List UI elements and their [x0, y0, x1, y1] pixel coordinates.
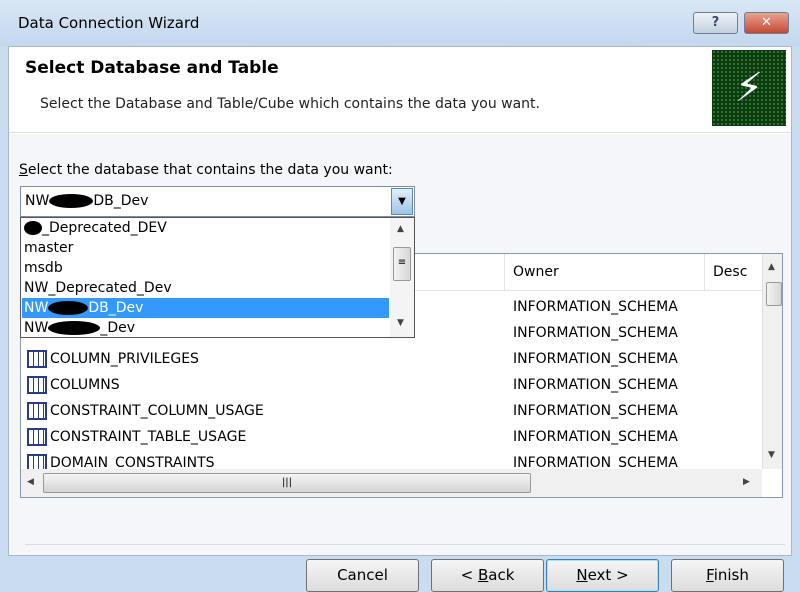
accesskey: S — [19, 162, 28, 178]
owner-cell: INFORMATION_SCHEMA — [513, 377, 678, 393]
title-bar: Data Connection Wizard ? ✕ — [0, 0, 800, 46]
accesskey: N — [576, 566, 588, 584]
accesskey: B — [477, 566, 489, 584]
table-icon — [27, 402, 47, 420]
redaction-mark — [49, 194, 94, 208]
label: ack — [488, 566, 515, 584]
selected-prefix: NW — [25, 193, 50, 209]
redaction-mark — [48, 321, 101, 335]
label-text: elect the database that contains the dat… — [27, 162, 393, 178]
close-button[interactable]: ✕ — [744, 12, 789, 34]
table-icon — [27, 350, 47, 368]
redaction-mark — [48, 301, 89, 315]
data-connection-plug-icon: ⚡ — [712, 50, 786, 126]
horizontal-scrollbar[interactable]: ◀ ||| ▶ — [21, 469, 762, 497]
dropdown-option[interactable]: _Deprecated_DEV — [22, 218, 389, 238]
back-button[interactable]: < Back — [431, 559, 544, 592]
scroll-up-icon[interactable]: ▲ — [397, 224, 404, 234]
next-button[interactable]: Next > — [546, 559, 659, 592]
label: ext > — [587, 566, 629, 584]
accesskey: F — [706, 566, 714, 584]
owner-cell: INFORMATION_SCHEMA — [513, 325, 678, 341]
owner-cell: INFORMATION_SCHEMA — [513, 403, 678, 419]
help-button[interactable]: ? — [693, 12, 738, 34]
table-row[interactable]: CONSTRAINT_TABLE_USAGE INFORMATION_SCHEMA — [27, 424, 757, 450]
option-prefix: NW — [24, 300, 49, 316]
dropdown-option[interactable]: NW_Deprecated_Dev — [22, 278, 389, 298]
table-row[interactable]: CONSTRAINT_COLUMN_USAGE INFORMATION_SCHEM… — [27, 398, 757, 424]
label: < — [460, 566, 478, 584]
name-cell: CONSTRAINT_TABLE_USAGE — [50, 429, 247, 445]
vertical-scrollbar[interactable]: ▲ ▼ — [762, 254, 782, 469]
table-row[interactable]: DOMAIN_CONSTRAINTS INFORMATION_SCHEMA — [27, 450, 757, 469]
column-header-owner[interactable]: Owner — [504, 254, 704, 291]
selected-suffix: DB_Dev — [93, 193, 149, 209]
scrollbar-thumb[interactable]: ||| — [43, 473, 531, 493]
wizard-header: Select Database and Table Select the Dat… — [9, 47, 791, 133]
name-cell: DOMAIN_CONSTRAINTS — [50, 455, 215, 469]
table-icon — [27, 428, 47, 446]
scroll-down-icon[interactable]: ▼ — [768, 450, 775, 460]
page-title: Select Database and Table — [25, 58, 279, 78]
scrollbar-thumb[interactable]: ≡ — [393, 247, 411, 281]
table-row[interactable]: COLUMNS INFORMATION_SCHEMA — [27, 372, 757, 398]
owner-cell: INFORMATION_SCHEMA — [513, 455, 678, 469]
table-icon — [27, 376, 47, 394]
column-header-description[interactable]: Desc — [704, 254, 762, 291]
owner-cell: INFORMATION_SCHEMA — [513, 299, 678, 315]
option-suffix: DB_Dev — [88, 300, 144, 316]
name-cell: CONSTRAINT_COLUMN_USAGE — [50, 403, 264, 419]
option-prefix: NW — [24, 320, 49, 336]
wizard-client: Select Database and Table Select the Dat… — [8, 46, 792, 592]
dropdown-option-selected[interactable]: NW DB_Dev — [22, 298, 389, 318]
scroll-left-icon[interactable]: ◀ — [27, 477, 34, 487]
scrollbar-thumb[interactable] — [766, 282, 782, 306]
database-dropdown-list[interactable]: _Deprecated_DEV master msdb NW_Deprecate… — [20, 217, 415, 338]
chevron-down-icon[interactable]: ▼ — [391, 188, 413, 215]
redaction-mark — [24, 221, 42, 235]
scroll-right-icon[interactable]: ▶ — [743, 477, 750, 487]
option-text: _Deprecated_DEV — [42, 220, 167, 236]
option-suffix: _Dev — [100, 320, 136, 336]
scroll-down-icon[interactable]: ▼ — [397, 318, 404, 328]
owner-cell: INFORMATION_SCHEMA — [513, 351, 678, 367]
divider — [25, 544, 785, 545]
owner-cell: INFORMATION_SCHEMA — [513, 429, 678, 445]
page-subtitle: Select the Database and Table/Cube which… — [40, 96, 540, 112]
table-icon — [27, 454, 47, 469]
label: inish — [713, 566, 749, 584]
table-row[interactable]: COLUMN_PRIVILEGES INFORMATION_SCHEMA — [27, 346, 757, 372]
dropdown-option[interactable]: master — [22, 238, 389, 258]
name-cell: COLUMNS — [50, 377, 120, 393]
database-select[interactable]: NW DB_Dev ▼ — [20, 186, 415, 217]
window-title: Data Connection Wizard — [18, 14, 200, 32]
scroll-up-icon[interactable]: ▲ — [768, 262, 775, 272]
dropdown-option[interactable]: NW _Dev — [22, 318, 389, 338]
cancel-button[interactable]: Cancel — [306, 559, 419, 592]
name-cell: COLUMN_PRIVILEGES — [50, 351, 199, 367]
wizard-body: Select the database that contains the da… — [9, 134, 791, 592]
dropdown-option[interactable]: msdb — [22, 258, 389, 278]
finish-button[interactable]: Finish — [671, 559, 784, 592]
database-label: Select the database that contains the da… — [19, 162, 393, 178]
dropdown-scrollbar[interactable]: ▲ ≡ ▼ — [390, 218, 414, 337]
